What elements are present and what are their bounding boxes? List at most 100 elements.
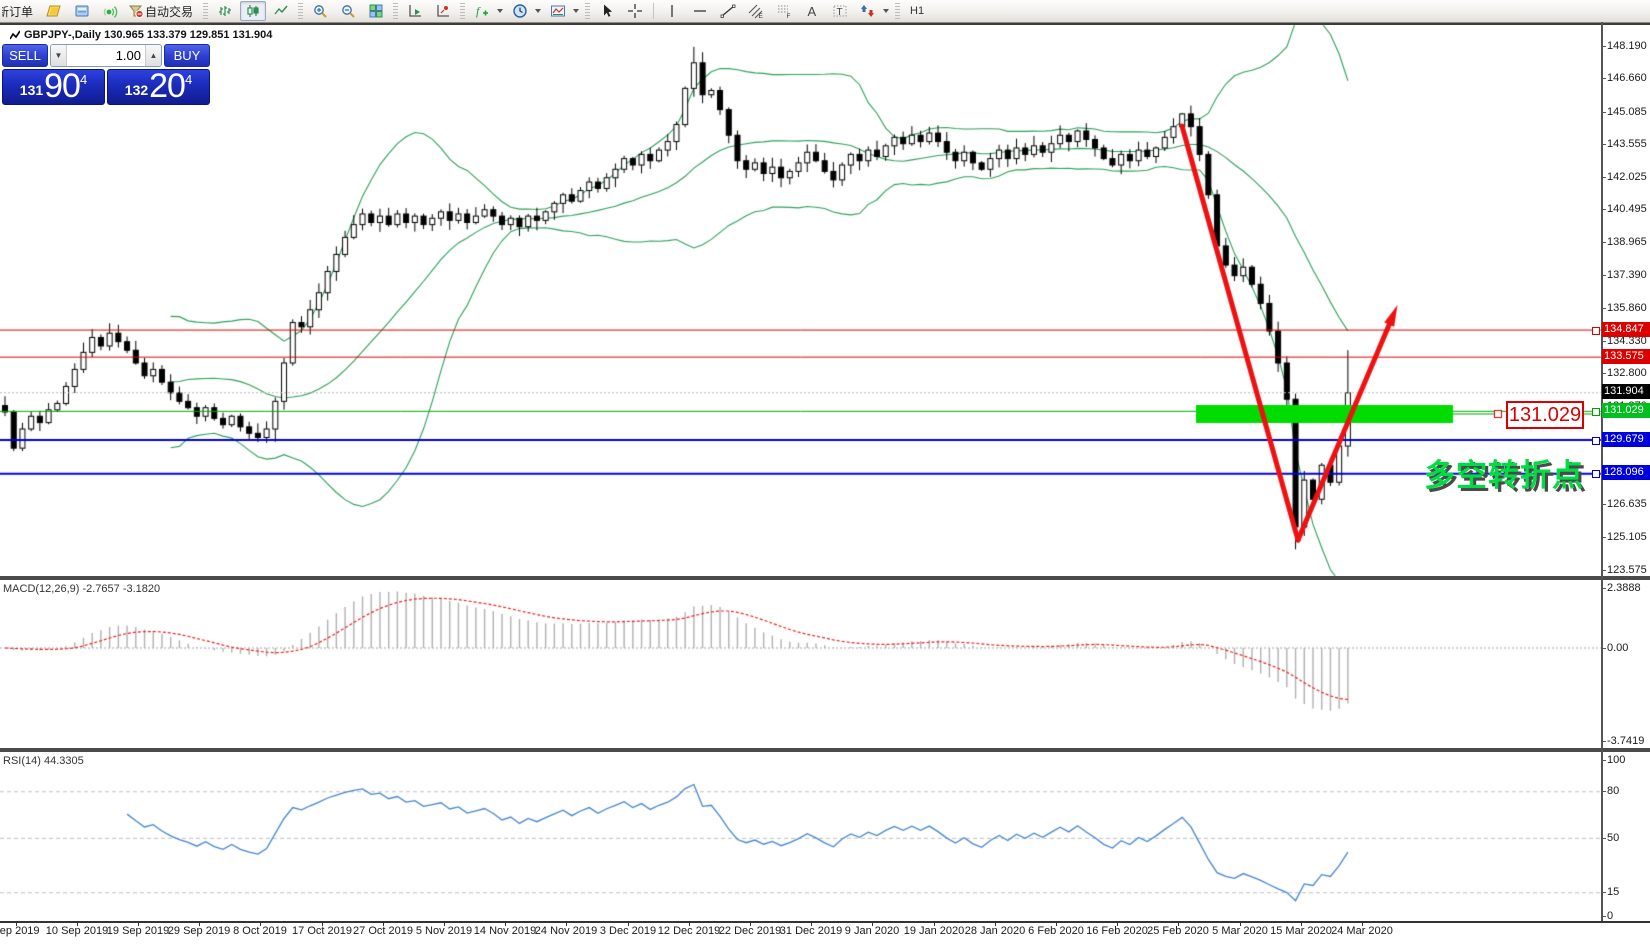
date-axis-label: 24 Mar 2020 <box>1331 925 1393 937</box>
indicator-tick <box>1601 791 1606 792</box>
price-tick <box>1601 308 1606 309</box>
price-tick <box>1601 209 1606 210</box>
volume-decrease-button[interactable]: ▼ <box>51 45 67 66</box>
price-tick <box>1601 46 1606 47</box>
date-axis-label: 9 Jan 2020 <box>845 925 899 937</box>
price-axis-label: 142.025 <box>1607 171 1647 183</box>
date-axis-label: 27 Oct 2019 <box>353 925 413 937</box>
indicator-tick <box>1601 892 1606 893</box>
date-axis-label: 17 Oct 2019 <box>292 925 352 937</box>
indicator-axis-label: 50 <box>1607 832 1619 844</box>
mt4-window: 新订单 自动交易 <box>0 0 1650 949</box>
price-axis-label: 140.495 <box>1607 203 1647 215</box>
indicator-tick <box>1601 760 1606 761</box>
price-axis-label: 123.575 <box>1607 564 1647 576</box>
price-tick <box>1601 275 1606 276</box>
buy-price-small: 132 <box>125 77 148 103</box>
line-handle[interactable] <box>1592 408 1600 416</box>
price-tick <box>1601 537 1606 538</box>
macd-rsi-divider[interactable] <box>0 748 1650 752</box>
price-tick <box>1601 373 1606 374</box>
date-axis-label: 29 Sep 2019 <box>168 925 230 937</box>
date-axis-label: 28 Jan 2020 <box>965 925 1026 937</box>
volume-input[interactable] <box>67 45 145 66</box>
date-axis-label: 5 Mar 2020 <box>1212 925 1268 937</box>
price-tag-128.096: 128.096 <box>1602 465 1650 480</box>
volume-increase-button[interactable]: ▲ <box>145 45 161 66</box>
indicator-axis-label: 100 <box>1607 754 1625 766</box>
sell-price-panel[interactable]: 131 90 4 <box>2 69 105 105</box>
price-tick <box>1601 242 1606 243</box>
indicator-axis-label: 0 <box>1607 910 1613 922</box>
chart-icon <box>10 30 20 40</box>
price-tag-131.904: 131.904 <box>1602 384 1650 399</box>
date-axis-label: 12 Dec 2019 <box>658 925 720 937</box>
date-axis-label: 19 Sep 2019 <box>107 925 169 937</box>
price-axis-label: 132.800 <box>1607 367 1647 379</box>
price-tick <box>1601 341 1606 342</box>
price-tick <box>1601 144 1606 145</box>
price-tick <box>1601 112 1606 113</box>
indicator-tick <box>1601 916 1606 917</box>
indicator-axis-label: 2.3888 <box>1607 582 1641 594</box>
price-axis-label: 138.965 <box>1607 236 1647 248</box>
price-axis-label: 135.860 <box>1607 302 1647 314</box>
price-axis-label: 145.085 <box>1607 106 1647 118</box>
main-macd-divider[interactable] <box>0 576 1650 580</box>
chart-title-text: GBPJPY-,Daily 130.965 133.379 129.851 13… <box>24 29 272 41</box>
line-handle[interactable] <box>1592 470 1600 478</box>
indicator-tick <box>1601 741 1606 742</box>
turning-point-text[interactable]: 多空转折点 <box>1424 450 1584 495</box>
chart-title: GBPJPY-,Daily 130.965 133.379 129.851 13… <box>10 29 272 41</box>
volume-control: ▼ ▲ <box>50 44 162 67</box>
buy-button[interactable]: BUY <box>164 44 210 67</box>
date-axis-label: 19 Jan 2020 <box>904 925 965 937</box>
price-axis-label: 146.660 <box>1607 72 1647 84</box>
sell-price-big: 90 <box>44 69 80 103</box>
price-axis-label: 125.105 <box>1607 531 1647 543</box>
line-handle[interactable] <box>1592 327 1600 335</box>
date-axis-label: 10 Sep 2019 <box>46 925 108 937</box>
line-handle[interactable] <box>1592 437 1600 445</box>
price-tick <box>1601 504 1606 505</box>
price-tag-133.575: 133.575 <box>1602 349 1650 364</box>
sell-price-sup: 4 <box>80 73 87 86</box>
price-axis-label: 143.555 <box>1607 138 1647 150</box>
indicator-tick <box>1601 588 1606 589</box>
chart-canvas[interactable] <box>0 0 1650 949</box>
price-tick <box>1601 570 1606 571</box>
price-axis-label: 137.390 <box>1607 269 1647 281</box>
date-axis-label: 16 Feb 2020 <box>1086 925 1148 937</box>
date-axis-label: 6 Feb 2020 <box>1028 925 1084 937</box>
date-axis-label: 24 Nov 2019 <box>535 925 597 937</box>
indicator-tick <box>1601 648 1606 649</box>
date-axis-label: 14 Nov 2019 <box>474 925 536 937</box>
price-axis-label: 148.190 <box>1607 40 1647 52</box>
time-axis-line <box>0 921 1650 923</box>
price-tag-131.029: 131.029 <box>1602 403 1650 418</box>
indicator-axis-label: 80 <box>1607 785 1619 797</box>
date-axis-label: 5 Nov 2019 <box>416 925 472 937</box>
support-price-box[interactable]: 131.029 <box>1506 401 1584 429</box>
indicator-axis-label: -3.7419 <box>1607 735 1644 747</box>
macd-label: MACD(12,26,9) -2.7657 -3.1820 <box>3 583 160 595</box>
buy-price-panel[interactable]: 132 20 4 <box>107 69 210 105</box>
date-axis-label: 25 Feb 2020 <box>1147 925 1209 937</box>
date-axis-label: Sep 2019 <box>0 925 40 937</box>
price-tick <box>1601 78 1606 79</box>
price-tag-129.679: 129.679 <box>1602 432 1650 447</box>
date-axis-label: 3 Dec 2019 <box>600 925 656 937</box>
sell-button[interactable]: SELL <box>2 44 48 67</box>
one-click-trading-widget: SELL ▼ ▲ BUY 131 90 4 132 20 4 <box>2 44 210 105</box>
price-tag-134.847: 134.847 <box>1602 322 1650 337</box>
price-tick <box>1601 177 1606 178</box>
indicator-axis-label: 15 <box>1607 886 1619 898</box>
date-axis-label: 15 Mar 2020 <box>1270 925 1332 937</box>
date-axis-label: 31 Dec 2019 <box>780 925 842 937</box>
indicator-tick <box>1601 838 1606 839</box>
price-axis-label: 126.635 <box>1607 498 1647 510</box>
date-axis-label: 22 Dec 2019 <box>719 925 781 937</box>
buy-price-big: 20 <box>149 69 185 103</box>
rsi-label: RSI(14) 44.3305 <box>3 755 84 767</box>
sell-price-small: 131 <box>20 77 43 103</box>
